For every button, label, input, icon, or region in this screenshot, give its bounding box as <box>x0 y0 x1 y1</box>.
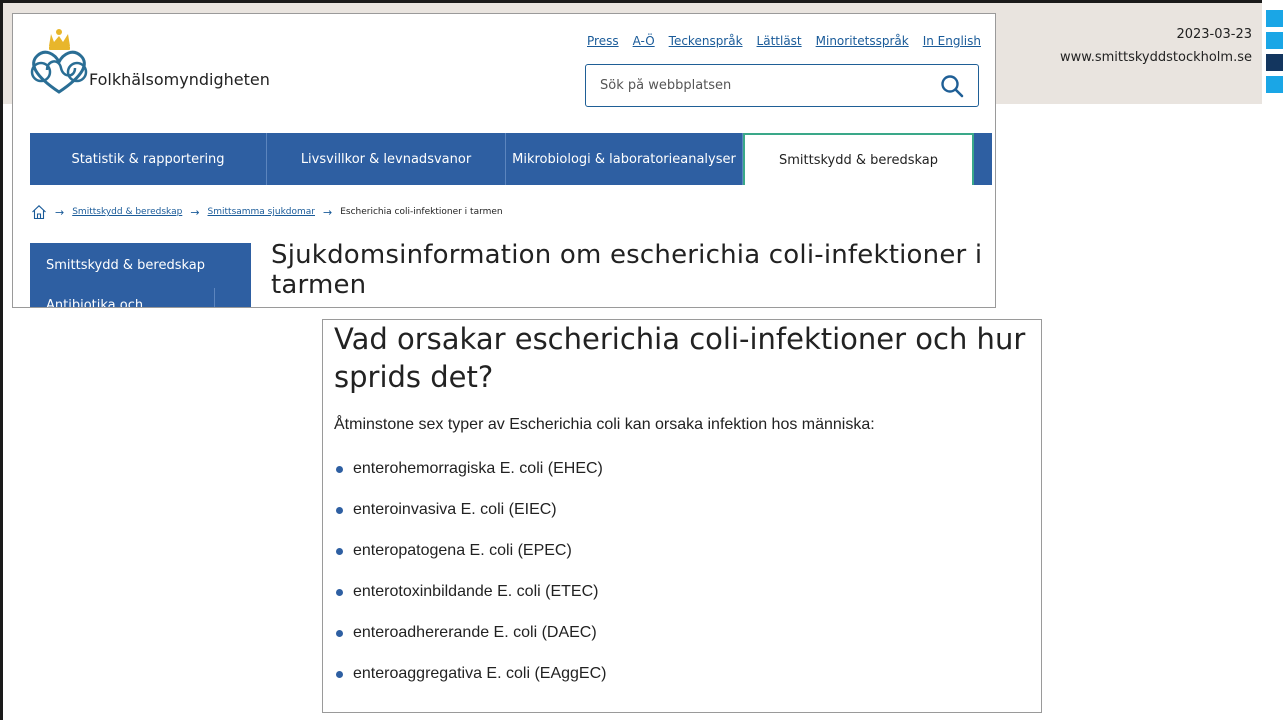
search-icon[interactable] <box>940 74 964 98</box>
slide-date: 2023-03-23 <box>1176 27 1252 42</box>
bullet-icon <box>336 630 343 637</box>
main-nav: Statistik & rapportering Livsvillkor & l… <box>30 133 992 185</box>
list-item: enterotoxinbildande E. coli (ETEC) <box>334 583 606 624</box>
logo[interactable] <box>27 26 95 98</box>
link-teckensprak[interactable]: Teckenspråk <box>669 34 743 48</box>
nav-item-livsvillkor[interactable]: Livsvillkor & levnadsvanor <box>267 133 506 185</box>
breadcrumb-arrow-icon: → <box>323 205 333 219</box>
decor-square-4 <box>1266 76 1283 93</box>
link-minoritetssprak[interactable]: Minoritetsspråk <box>816 34 909 48</box>
bullet-icon <box>336 507 343 514</box>
home-icon[interactable] <box>31 204 47 220</box>
link-press[interactable]: Press <box>587 34 619 48</box>
breadcrumb-arrow-icon: → <box>55 205 65 219</box>
list-item-text: enterohemorragiska E. coli (EHEC) <box>353 460 603 477</box>
list-item-text: enteroaggregativa E. coli (EAggEC) <box>353 665 607 682</box>
list-item: enteroinvasiva E. coli (EIEC) <box>334 501 606 542</box>
list-item: enteropatogena E. coli (EPEC) <box>334 542 606 583</box>
article-screenshot: Vad orsakar escherichia coli-infektioner… <box>322 319 1042 713</box>
bullet-list: enterohemorragiska E. coli (EHEC) entero… <box>334 460 606 706</box>
decor-square-1 <box>1266 10 1283 27</box>
breadcrumb-arrow-icon: → <box>190 205 200 219</box>
breadcrumb-link-smittsamma[interactable]: Smittsamma sjukdomar <box>208 207 315 217</box>
bullet-icon <box>336 671 343 678</box>
side-menu-item-smittskydd[interactable]: Smittskydd & beredskap <box>30 243 251 288</box>
breadcrumb-current: Escherichia coli-infektioner i tarmen <box>340 207 503 217</box>
list-item: enterohemorragiska E. coli (EHEC) <box>334 460 606 501</box>
nav-item-statistik[interactable]: Statistik & rapportering <box>30 133 267 185</box>
link-a-o[interactable]: A-Ö <box>633 34 655 48</box>
article-intro: Åtminstone sex typer av Escherichia coli… <box>334 416 875 433</box>
search-box <box>585 64 979 107</box>
bullet-icon <box>336 466 343 473</box>
bullet-icon <box>336 589 343 596</box>
search-input[interactable] <box>586 65 926 106</box>
slide-border-left <box>0 0 3 720</box>
org-name: Folkhälsomyndigheten <box>89 70 270 89</box>
side-menu-item-label: Antibiotika och <box>46 298 144 308</box>
link-lattlast[interactable]: Lättläst <box>757 34 802 48</box>
list-item-text: enteroinvasiva E. coli (EIEC) <box>353 501 557 518</box>
slide-border-top <box>0 0 1262 3</box>
breadcrumb: → Smittskydd & beredskap → Smittsamma sj… <box>31 204 503 220</box>
page-title: Sjukdomsinformation om escherichia coli-… <box>271 240 983 300</box>
side-menu-item-antibiotika[interactable]: Antibiotika och <box>30 288 251 308</box>
list-item: enteroaggregativa E. coli (EAggEC) <box>334 665 606 706</box>
nav-item-smittskydd[interactable]: Smittskydd & beredskap <box>743 133 974 185</box>
side-menu-divider <box>214 288 215 307</box>
article-heading: Vad orsakar escherichia coli-infektioner… <box>334 322 1026 394</box>
decor-square-2 <box>1266 32 1283 49</box>
slide-website: www.smittskyddstockholm.se <box>1060 50 1252 65</box>
top-links: Press A-Ö Teckenspråk Lättläst Minoritet… <box>587 34 981 48</box>
breadcrumb-link-smittskydd[interactable]: Smittskydd & beredskap <box>72 207 182 217</box>
link-in-english[interactable]: In English <box>923 34 981 48</box>
list-item-text: enteropatogena E. coli (EPEC) <box>353 542 572 559</box>
list-item: enteroadhererande E. coli (DAEC) <box>334 624 606 665</box>
list-item-text: enterotoxinbildande E. coli (ETEC) <box>353 583 599 600</box>
nav-item-mikrobiologi[interactable]: Mikrobiologi & laboratorieanalyser <box>506 133 743 185</box>
decor-square-3 <box>1266 54 1283 71</box>
bullet-icon <box>336 548 343 555</box>
website-screenshot: Folkhälsomyndigheten Press A-Ö Teckenspr… <box>12 13 996 308</box>
crown-heart-logo-icon <box>30 29 88 94</box>
list-item-text: enteroadhererande E. coli (DAEC) <box>353 624 597 641</box>
